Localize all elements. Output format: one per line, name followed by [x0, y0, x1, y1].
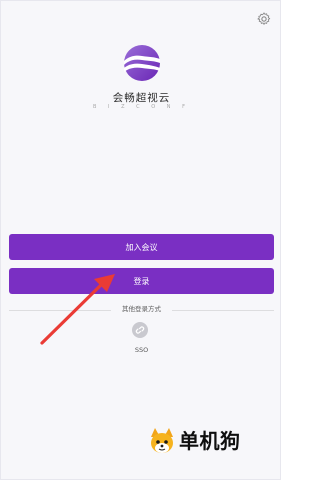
join-meeting-button[interactable]: 加入会议: [9, 234, 274, 260]
watermark: 单机狗: [147, 427, 257, 457]
watermark-text: 单机狗: [179, 429, 241, 453]
brand-name: 会畅超视云: [112, 92, 171, 104]
sso-icon[interactable]: [132, 322, 148, 338]
login-button[interactable]: 登录: [9, 268, 274, 294]
sso-label: SSO: [134, 346, 149, 354]
gear-icon[interactable]: [256, 11, 272, 27]
dog-mascot-icon: [151, 428, 173, 453]
brand-subtitle: B I Z C O N F: [93, 104, 190, 110]
other-login-methods-label: 其他登录方式: [111, 303, 172, 313]
brand-logo: [124, 45, 160, 81]
login-screen: 会畅超视云 B I Z C O N F 加入会议 登录 其他登录方式 SSO 单…: [0, 0, 281, 480]
